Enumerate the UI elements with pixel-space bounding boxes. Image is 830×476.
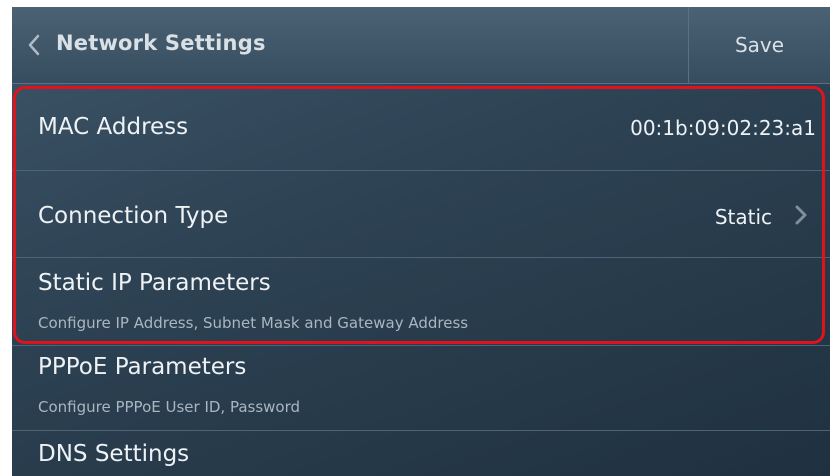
mac-address-row: MAC Address 00:1b:09:02:23:a1	[12, 84, 830, 171]
connection-type-row[interactable]: Connection Type Static	[12, 171, 830, 258]
static-ip-subtitle: Configure IP Address, Subnet Mask and Ga…	[38, 314, 469, 332]
dns-settings-row[interactable]: DNS Settings	[12, 431, 830, 476]
pppoe-subtitle: Configure PPPoE User ID, Password	[38, 398, 301, 416]
network-settings-screen: Network Settings Save MAC Address 00:1b:…	[12, 7, 830, 476]
mac-address-value: 00:1b:09:02:23:a1	[630, 116, 816, 140]
dns-settings-label: DNS Settings	[38, 441, 190, 467]
chevron-left-icon[interactable]	[26, 33, 42, 57]
save-button[interactable]: Save	[689, 7, 830, 83]
pppoe-row[interactable]: PPPoE Parameters Configure PPPoE User ID…	[12, 346, 830, 431]
static-ip-label: Static IP Parameters	[38, 270, 271, 296]
header-bar: Network Settings Save	[12, 7, 830, 84]
pppoe-label: PPPoE Parameters	[38, 354, 247, 380]
connection-type-value: Static	[714, 205, 772, 229]
connection-type-label: Connection Type	[38, 203, 229, 229]
page-title: Network Settings	[56, 31, 266, 55]
chevron-right-icon	[795, 205, 807, 225]
static-ip-row[interactable]: Static IP Parameters Configure IP Addres…	[12, 258, 830, 346]
mac-address-label: MAC Address	[38, 114, 189, 140]
